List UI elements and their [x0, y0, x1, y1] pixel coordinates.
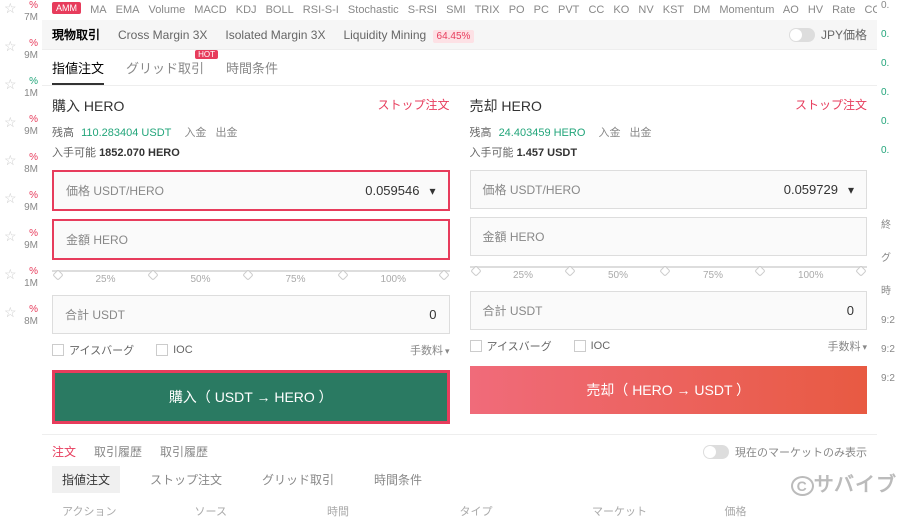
buy-amount-input[interactable]: 金額 HERO — [52, 219, 450, 260]
buy-price-input[interactable]: 価格 USDT/HERO 0.059546 ▾ — [52, 170, 450, 211]
star-icon[interactable]: ☆ — [4, 228, 17, 245]
tab-cross-margin[interactable]: Cross Margin 3X — [118, 28, 207, 42]
indicator[interactable]: AO — [783, 4, 799, 16]
indicator[interactable]: Rate — [832, 4, 855, 16]
tab-liquidity-mining[interactable]: Liquidity Mining 64.45% — [343, 28, 474, 42]
indicator[interactable]: HV — [808, 4, 823, 16]
buy-percent-slider[interactable]: 25% 50% 75% 100% — [52, 268, 450, 295]
star-icon[interactable]: ☆ — [4, 76, 17, 93]
subtab-time[interactable]: 時間条件 — [364, 466, 432, 493]
indicator[interactable]: KDJ — [236, 4, 257, 16]
indicator[interactable]: PC — [534, 4, 549, 16]
sell-iceberg-checkbox[interactable]: アイスバーグ — [470, 338, 552, 354]
sell-deposit-link[interactable]: 入金 — [598, 127, 620, 139]
indicator[interactable]: DM — [693, 4, 710, 16]
tab-grid-trading[interactable]: グリッド取引 HOT — [126, 58, 204, 85]
indicator[interactable]: MACD — [194, 4, 226, 16]
sell-available-value: 1.457 USDT — [517, 147, 578, 159]
subtab-stop[interactable]: ストップ注文 — [140, 466, 232, 493]
hot-badge: HOT — [195, 50, 218, 59]
indicator[interactable]: PO — [509, 4, 525, 16]
buy-available-value: 1852.070 HERO — [99, 147, 180, 159]
indicator[interactable]: SMI — [446, 4, 466, 16]
sell-price-input[interactable]: 価格 USDT/HERO 0.059729 ▾ — [470, 170, 868, 209]
sell-balance-value: 24.403459 HERO — [499, 127, 586, 139]
star-icon[interactable]: ☆ — [4, 266, 17, 283]
tab-trade-history-2[interactable]: 取引履歴 — [160, 443, 208, 460]
sell-total-input[interactable]: 合計 USDT 0 — [470, 291, 868, 330]
sell-button[interactable]: 売却（ HERO → USDT ） — [470, 366, 868, 414]
star-icon[interactable]: ☆ — [4, 152, 17, 169]
indicator[interactable]: RSI-S-I — [303, 4, 339, 16]
sell-amount-input[interactable]: 金額 HERO — [470, 217, 868, 256]
sell-ioc-checkbox[interactable]: IOC — [574, 340, 611, 352]
buy-withdraw-link[interactable]: 出金 — [216, 127, 238, 139]
tab-trade-history[interactable]: 取引履歴 — [94, 443, 142, 460]
indicator[interactable]: EMA — [116, 4, 140, 16]
indicator[interactable]: MA — [90, 4, 107, 16]
indicator[interactable]: BOLL — [266, 4, 294, 16]
tab-limit-order[interactable]: 指値注文 — [52, 58, 104, 85]
buy-iceberg-checkbox[interactable]: アイスバーグ — [52, 342, 134, 358]
sell-fee-link[interactable]: 手数料 — [827, 338, 867, 354]
buy-button[interactable]: 購入（ USDT → HERO ） — [52, 370, 450, 424]
star-icon[interactable]: ☆ — [4, 190, 17, 207]
current-market-only-toggle[interactable]: 現在のマーケットのみ表示 — [703, 444, 867, 460]
indicator[interactable]: S-RSI — [408, 4, 437, 16]
amm-badge: AMM — [52, 2, 81, 14]
star-icon[interactable]: ☆ — [4, 38, 17, 55]
buy-title: 購入 HERO — [52, 96, 124, 116]
toggle-switch-icon[interactable] — [789, 28, 815, 42]
indicator[interactable]: PVT — [558, 4, 579, 16]
sell-title: 売却 HERO — [470, 96, 542, 116]
history-section: 注文 取引履歴 取引履歴 現在のマーケットのみ表示 指値注文 ストップ注文 グリ… — [42, 434, 877, 531]
buy-fee-link[interactable]: 手数料 — [410, 342, 450, 358]
tab-time-condition[interactable]: 時間条件 — [226, 58, 278, 85]
chevron-down-icon[interactable]: ▾ — [429, 184, 435, 198]
buy-deposit-link[interactable]: 入金 — [184, 127, 206, 139]
sell-withdraw-link[interactable]: 出金 — [630, 127, 652, 139]
star-icon[interactable]: ☆ — [4, 0, 17, 17]
left-sidebar-gutter: ☆%7M ☆%9M ☆%1M ☆%9M ☆%8M ☆%9M ☆%9M ☆%1M … — [0, 0, 42, 507]
indicator[interactable]: Stochastic — [348, 4, 399, 16]
tab-isolated-margin[interactable]: Isolated Margin 3X — [225, 28, 325, 42]
buy-balance-value: 110.283404 USDT — [81, 127, 171, 139]
sell-stop-order-link[interactable]: ストップ注文 — [795, 96, 867, 116]
liquidity-rate-badge: 64.45% — [433, 30, 475, 43]
star-icon[interactable]: ☆ — [4, 304, 17, 321]
history-table-header: アクション ソース 時間 タイプ マーケット 価格 — [52, 499, 867, 523]
indicator[interactable]: KST — [663, 4, 684, 16]
buy-panel: 購入 HERO ストップ注文 残高 110.283404 USDT 入金 出金 … — [52, 96, 450, 424]
star-icon[interactable]: ☆ — [4, 114, 17, 131]
indicator[interactable]: CCI — [864, 4, 877, 16]
subtab-limit[interactable]: 指値注文 — [52, 466, 120, 493]
toggle-switch-icon[interactable] — [703, 445, 729, 459]
indicator[interactable]: Momentum — [719, 4, 774, 16]
tab-orders[interactable]: 注文 — [52, 443, 76, 460]
indicator[interactable]: NV — [638, 4, 653, 16]
indicator[interactable]: TRIX — [475, 4, 500, 16]
right-sidebar-gutter: 0.0. 0.0. 0.0. 終 グ時 9:29:29:2 — [877, 0, 907, 507]
sell-percent-slider[interactable]: 25% 50% 75% 100% — [470, 264, 868, 291]
buy-total-input[interactable]: 合計 USDT 0 — [52, 295, 450, 334]
indicator[interactable]: KO — [613, 4, 629, 16]
subtab-grid[interactable]: グリッド取引 — [252, 466, 344, 493]
tab-spot[interactable]: 現物取引 — [52, 26, 100, 43]
watermark: Cサバイブ — [791, 468, 897, 497]
chevron-down-icon[interactable]: ▾ — [848, 183, 854, 197]
jpy-price-toggle[interactable]: JPY価格 — [789, 26, 867, 43]
buy-ioc-checkbox[interactable]: IOC — [156, 344, 193, 356]
margin-tab-bar: 現物取引 Cross Margin 3X Isolated Margin 3X … — [42, 20, 877, 50]
indicator-bar: AMM MA EMA Volume MACD KDJ BOLL RSI-S-I … — [42, 0, 877, 20]
buy-stop-order-link[interactable]: ストップ注文 — [377, 96, 449, 116]
sell-panel: 売却 HERO ストップ注文 残高 24.403459 HERO 入金 出金 入… — [470, 96, 868, 424]
order-type-tabs: 指値注文 グリッド取引 HOT 時間条件 — [42, 50, 877, 86]
indicator[interactable]: CC — [588, 4, 604, 16]
indicator[interactable]: Volume — [149, 4, 186, 16]
